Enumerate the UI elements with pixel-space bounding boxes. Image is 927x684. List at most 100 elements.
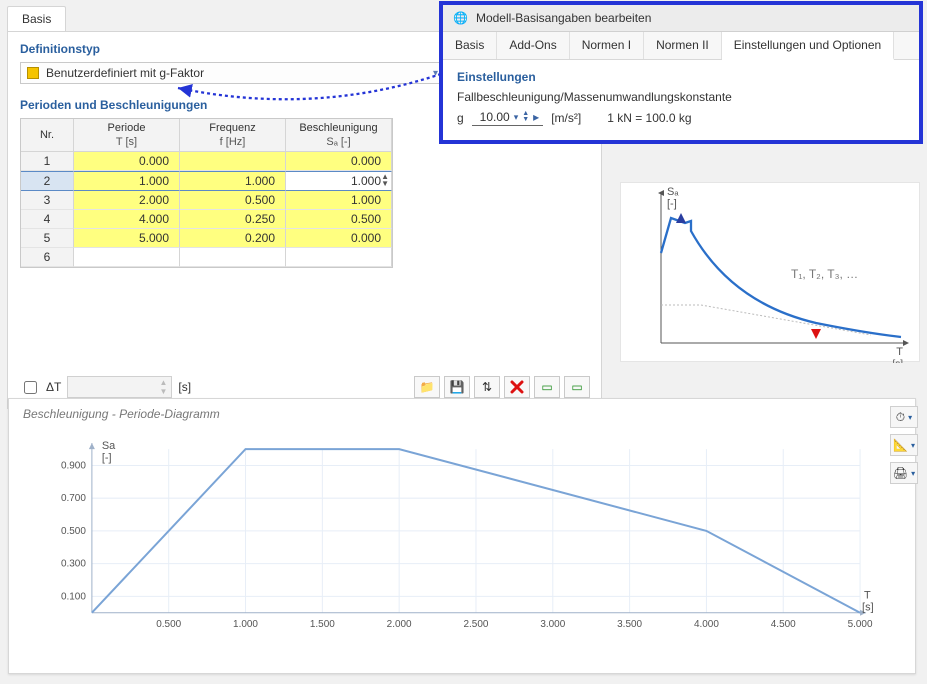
- chart-plot: 0.100 0.300 0.500 0.700 0.900 0.500 1.000 1.500…: [47, 439, 885, 641]
- chevron-down-icon: ▾: [433, 68, 438, 79]
- timer-button[interactable]: ⏱▾: [890, 406, 918, 428]
- cell-nr: 6: [21, 248, 74, 267]
- cell-sa[interactable]: 0.000: [286, 152, 392, 171]
- display-1-button[interactable]: ▭: [534, 376, 560, 398]
- col-acceleration: BeschleunigungSₐ [-]: [286, 119, 392, 152]
- delta-t-checkbox[interactable]: [24, 381, 37, 394]
- col-nr: Nr.: [21, 119, 74, 152]
- cell-nr: 3: [21, 191, 74, 210]
- cell-sa[interactable]: 0.500: [286, 210, 392, 229]
- g-label: g: [457, 111, 464, 125]
- save-button[interactable]: 💾: [444, 376, 470, 398]
- svg-text:T: T: [864, 590, 871, 602]
- svg-text:0.500: 0.500: [156, 619, 181, 630]
- svg-text:1.000: 1.000: [233, 619, 258, 630]
- display-2-button[interactable]: ▭: [564, 376, 590, 398]
- stopwatch-icon: ⏱: [896, 410, 905, 425]
- g-unit: [m/s²]: [551, 111, 581, 125]
- cell-freq[interactable]: 0.250: [180, 210, 286, 229]
- svg-text:3.500: 3.500: [617, 619, 642, 630]
- sort-button[interactable]: ⇅: [474, 376, 500, 398]
- definition-type-combo[interactable]: Benutzerdefiniert mit g-Faktor ▾: [20, 62, 445, 84]
- print-button[interactable]: 🖨▾: [890, 462, 918, 484]
- svg-text:0.100: 0.100: [61, 591, 86, 602]
- g-value-input[interactable]: 10.00 ▾ ▲▼ ▸: [472, 110, 544, 126]
- cell-nr: 2: [21, 171, 74, 191]
- col-frequency: Frequenzf [Hz]: [180, 119, 286, 152]
- delta-t-unit: [s]: [178, 380, 191, 394]
- svg-text:0.700: 0.700: [61, 493, 86, 504]
- dtab-norm1[interactable]: Normen I: [570, 32, 644, 59]
- cell-sa[interactable]: [286, 248, 392, 267]
- table-row[interactable]: 32.0000.5001.000: [21, 191, 392, 210]
- svg-text:[-]: [-]: [102, 452, 112, 464]
- dtab-addons[interactable]: Add-Ons: [497, 32, 569, 59]
- table-row[interactable]: 44.0000.2500.500: [21, 210, 392, 229]
- delete-button[interactable]: [504, 376, 530, 398]
- tab-basis[interactable]: Basis: [7, 6, 66, 32]
- cell-freq[interactable]: 0.500: [180, 191, 286, 210]
- dialog-title: Modell-Basisangaben bearbeiten: [476, 11, 651, 25]
- cell-period[interactable]: 2.000: [74, 191, 180, 210]
- cell-period[interactable]: 5.000: [74, 229, 180, 248]
- cell-period[interactable]: 0.000: [74, 152, 180, 171]
- svg-text:Sₐ: Sₐ: [667, 186, 679, 198]
- chart-title: Beschleunigung - Periode-Diagramm: [9, 399, 915, 429]
- cell-nr: 1: [21, 152, 74, 171]
- svg-text:[s]: [s]: [862, 602, 874, 614]
- delta-t-label: ΔT: [46, 380, 61, 394]
- model-settings-dialog: 🌐 Modell-Basisangaben bearbeiten Basis A…: [440, 2, 922, 143]
- cell-period[interactable]: [74, 248, 180, 267]
- svg-text:0.300: 0.300: [61, 559, 86, 570]
- table-row[interactable]: 10.0000.000: [21, 152, 392, 171]
- printer-icon: 🖨: [893, 466, 908, 480]
- dialog-subtitle: Fallbeschleunigung/Massenumwandlungskons…: [457, 90, 905, 104]
- cell-sa[interactable]: 1.000: [286, 191, 392, 210]
- table-row[interactable]: 6: [21, 248, 392, 267]
- svg-text:4.500: 4.500: [771, 619, 796, 630]
- svg-text:T: T: [896, 346, 903, 358]
- cell-period[interactable]: 4.000: [74, 210, 180, 229]
- svg-text:1.500: 1.500: [310, 619, 335, 630]
- conversion-text: 1 kN = 100.0 kg: [607, 111, 691, 125]
- delta-t-input[interactable]: ▲▼: [67, 376, 172, 398]
- cell-sa[interactable]: 0.000: [286, 229, 392, 248]
- cell-freq[interactable]: [180, 248, 286, 267]
- cell-freq[interactable]: 0.200: [180, 229, 286, 248]
- svg-text:Sa: Sa: [102, 440, 116, 452]
- spinner-icon[interactable]: ▲▼: [522, 111, 529, 123]
- table-row[interactable]: 21.0001.0001.000▲▼: [21, 171, 392, 191]
- svg-text:5.000: 5.000: [848, 619, 873, 630]
- cell-nr: 4: [21, 210, 74, 229]
- svg-text:[-]: [-]: [667, 198, 677, 210]
- svg-text:0.900: 0.900: [61, 460, 86, 471]
- col-period: PeriodeT [s]: [74, 119, 180, 152]
- dialog-section-title: Einstellungen: [457, 70, 905, 84]
- svg-text:3.000: 3.000: [540, 619, 565, 630]
- svg-text:2.500: 2.500: [464, 619, 489, 630]
- periods-table[interactable]: Nr. PeriodeT [s] Frequenzf [Hz] Beschleu…: [20, 118, 393, 268]
- axes-icon: 📐: [893, 438, 908, 452]
- color-swatch-icon: [27, 67, 39, 79]
- svg-text:T₁, T₂, T₃, …: T₁, T₂, T₃, …: [791, 267, 858, 281]
- definition-type-value: Benutzerdefiniert mit g-Faktor: [46, 66, 204, 80]
- dtab-settings[interactable]: Einstellungen und Optionen: [722, 32, 894, 60]
- cell-sa[interactable]: 1.000▲▼: [286, 171, 392, 191]
- dtab-basis[interactable]: Basis: [443, 32, 497, 59]
- cell-freq[interactable]: [180, 152, 286, 171]
- svg-text:2.000: 2.000: [387, 619, 412, 630]
- dtab-norm2[interactable]: Normen II: [644, 32, 722, 59]
- commit-arrow-icon[interactable]: ▸: [533, 110, 539, 124]
- open-button[interactable]: 📁: [414, 376, 440, 398]
- cell-period[interactable]: 1.000: [74, 171, 180, 191]
- gear-icon: 🌐: [453, 11, 468, 25]
- table-row[interactable]: 55.0000.2000.000: [21, 229, 392, 248]
- dropdown-icon[interactable]: ▾: [514, 112, 519, 123]
- svg-text:4.000: 4.000: [694, 619, 719, 630]
- svg-text:[s]: [s]: [892, 359, 903, 363]
- cell-freq[interactable]: 1.000: [180, 171, 286, 191]
- svg-text:0.500: 0.500: [61, 526, 86, 537]
- axes-button[interactable]: 📐▾: [890, 434, 918, 456]
- cell-nr: 5: [21, 229, 74, 248]
- chart-card: Beschleunigung - Periode-Diagramm 0.1000…: [8, 398, 916, 674]
